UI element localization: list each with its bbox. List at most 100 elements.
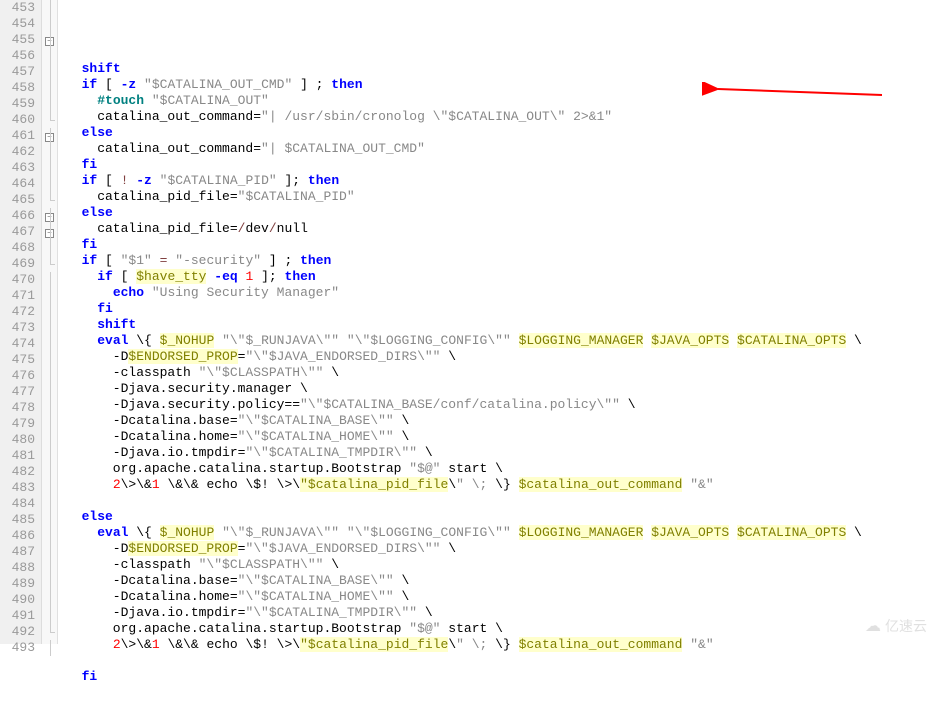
code-line[interactable]: catalina_out_command="| /usr/sbin/cronol…: [66, 109, 939, 125]
fold-marker[interactable]: −: [42, 128, 57, 144]
code-line[interactable]: -classpath "\"$CLASSPATH\"" \: [66, 365, 939, 381]
line-number: 465: [6, 192, 35, 208]
code-line[interactable]: -Dcatalina.base="\"$CATALINA_BASE\"" \: [66, 573, 939, 589]
line-number: 464: [6, 176, 35, 192]
fold-marker: [42, 48, 57, 64]
fold-marker: [42, 192, 57, 208]
fold-marker: [42, 256, 57, 272]
code-line[interactable]: else: [66, 125, 939, 141]
code-line[interactable]: -Djava.io.tmpdir="\"$CATALINA_TMPDIR\"" …: [66, 445, 939, 461]
line-number: 460: [6, 112, 35, 128]
code-line[interactable]: catalina_pid_file="$CATALINA_PID": [66, 189, 939, 205]
line-number: 458: [6, 80, 35, 96]
line-number: 466: [6, 208, 35, 224]
code-line[interactable]: eval \{ $_NOHUP "\"$_RUNJAVA\"" "\"$LOGG…: [66, 333, 939, 349]
line-number: 470: [6, 272, 35, 288]
fold-marker: [42, 624, 57, 640]
code-line[interactable]: [66, 653, 939, 669]
line-number: 490: [6, 592, 35, 608]
code-line[interactable]: -Dcatalina.home="\"$CATALINA_HOME\"" \: [66, 589, 939, 605]
fold-marker: [42, 544, 57, 560]
fold-marker: [42, 144, 57, 160]
code-line[interactable]: if [ $have_tty -eq 1 ]; then: [66, 269, 939, 285]
code-line[interactable]: org.apache.catalina.startup.Bootstrap "$…: [66, 461, 939, 477]
line-number: 462: [6, 144, 35, 160]
fold-marker: [42, 112, 57, 128]
code-line[interactable]: if [ ! -z "$CATALINA_PID" ]; then: [66, 173, 939, 189]
code-line[interactable]: org.apache.catalina.startup.Bootstrap "$…: [66, 621, 939, 637]
fold-marker: [42, 272, 57, 288]
watermark-text: 亿速云: [885, 616, 927, 636]
code-line[interactable]: else: [66, 205, 939, 221]
fold-marker[interactable]: −: [42, 208, 57, 224]
line-number: 459: [6, 96, 35, 112]
fold-marker[interactable]: −: [42, 32, 57, 48]
line-number: 491: [6, 608, 35, 624]
line-number: 480: [6, 432, 35, 448]
fold-marker: [42, 512, 57, 528]
fold-marker: [42, 592, 57, 608]
code-area[interactable]: shift if [ -z "$CATALINA_OUT_CMD" ] ; th…: [58, 0, 939, 644]
code-line[interactable]: [66, 45, 939, 61]
fold-marker: [42, 576, 57, 592]
line-number: 488: [6, 560, 35, 576]
line-number: 457: [6, 64, 35, 80]
code-line[interactable]: echo "Using Security Manager": [66, 285, 939, 301]
code-line[interactable]: shift: [66, 317, 939, 333]
fold-marker: [42, 96, 57, 112]
line-number: 472: [6, 304, 35, 320]
line-number: 455: [6, 32, 35, 48]
fold-marker: [42, 0, 57, 16]
code-line[interactable]: fi: [66, 301, 939, 317]
fold-gutter: −−−−: [42, 0, 58, 644]
fold-marker: [42, 464, 57, 480]
code-line[interactable]: catalina_out_command="| $CATALINA_OUT_CM…: [66, 141, 939, 157]
code-line[interactable]: -Dcatalina.home="\"$CATALINA_HOME\"" \: [66, 429, 939, 445]
code-line[interactable]: if [ "$1" = "-security" ] ; then: [66, 253, 939, 269]
code-line[interactable]: -Djava.security.policy=="\"$CATALINA_BAS…: [66, 397, 939, 413]
line-number: 484: [6, 496, 35, 512]
code-line[interactable]: 2\>\&1 \&\& echo \$! \>\"$catalina_pid_f…: [66, 477, 939, 493]
fold-marker: [42, 528, 57, 544]
code-line[interactable]: -Djava.security.manager \: [66, 381, 939, 397]
fold-marker: [42, 384, 57, 400]
code-line[interactable]: -D$ENDORSED_PROP="\"$JAVA_ENDORSED_DIRS\…: [66, 541, 939, 557]
line-number: 489: [6, 576, 35, 592]
fold-marker: [42, 368, 57, 384]
code-line[interactable]: catalina_pid_file=/dev/null: [66, 221, 939, 237]
line-number: 454: [6, 16, 35, 32]
fold-marker: [42, 320, 57, 336]
code-line[interactable]: [66, 685, 939, 701]
code-line[interactable]: fi: [66, 157, 939, 173]
line-number-gutter: 4534544554564574584594604614624634644654…: [0, 0, 42, 644]
line-number: 461: [6, 128, 35, 144]
code-line[interactable]: -classpath "\"$CLASSPATH\"" \: [66, 557, 939, 573]
line-number: 479: [6, 416, 35, 432]
code-line[interactable]: shift: [66, 61, 939, 77]
code-line[interactable]: [66, 493, 939, 509]
code-line[interactable]: -Dcatalina.base="\"$CATALINA_BASE\"" \: [66, 413, 939, 429]
code-line[interactable]: fi: [66, 237, 939, 253]
fold-marker: [42, 448, 57, 464]
code-line[interactable]: #touch "$CATALINA_OUT": [66, 93, 939, 109]
code-line[interactable]: -Djava.io.tmpdir="\"$CATALINA_TMPDIR\"" …: [66, 605, 939, 621]
fold-marker: [42, 480, 57, 496]
fold-marker: [42, 288, 57, 304]
line-number: 468: [6, 240, 35, 256]
code-line[interactable]: if [ -z "$CATALINA_OUT_CMD" ] ; then: [66, 77, 939, 93]
line-number: 482: [6, 464, 35, 480]
code-line[interactable]: eval \{ $_NOHUP "\"$_RUNJAVA\"" "\"$LOGG…: [66, 525, 939, 541]
line-number: 492: [6, 624, 35, 640]
fold-marker: [42, 432, 57, 448]
code-line[interactable]: fi: [66, 669, 939, 685]
line-number: 453: [6, 0, 35, 16]
line-number: 483: [6, 480, 35, 496]
fold-marker[interactable]: −: [42, 224, 57, 240]
line-number: 476: [6, 368, 35, 384]
code-line[interactable]: -D$ENDORSED_PROP="\"$JAVA_ENDORSED_DIRS\…: [66, 349, 939, 365]
fold-marker: [42, 352, 57, 368]
line-number: 493: [6, 640, 35, 656]
code-line[interactable]: 2\>\&1 \&\& echo \$! \>\"$catalina_pid_f…: [66, 637, 939, 653]
code-line[interactable]: else: [66, 509, 939, 525]
cloud-icon: ☁: [865, 616, 881, 636]
